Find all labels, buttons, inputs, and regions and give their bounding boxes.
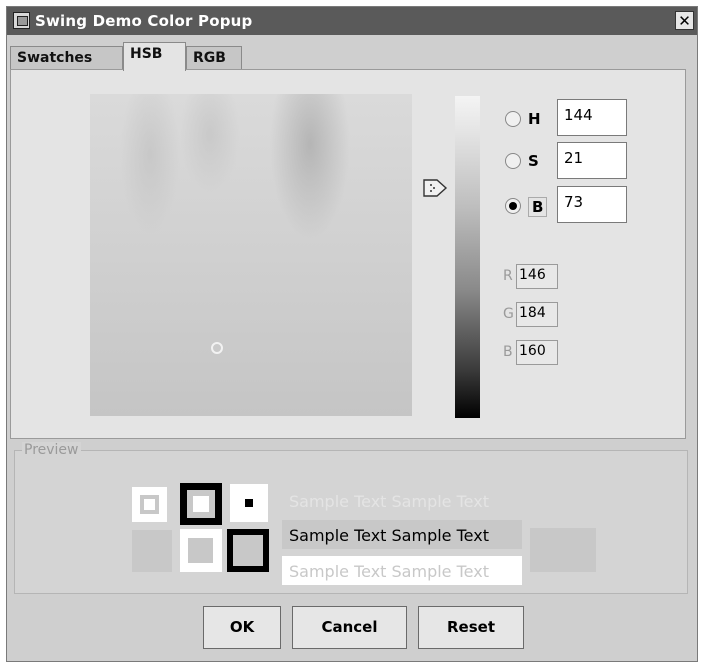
red-label: R — [503, 268, 513, 284]
preview-swatch — [530, 528, 596, 572]
brightness-radio[interactable] — [505, 198, 521, 214]
hue-field[interactable]: 144 — [557, 99, 627, 136]
red-value: 146 — [516, 264, 558, 289]
saturation-hue-field[interactable] — [90, 94, 412, 416]
title-bar[interactable]: Swing Demo Color Popup ✕ — [7, 7, 697, 35]
green-label: G — [503, 306, 514, 322]
hue-radio[interactable] — [505, 111, 521, 127]
preview-swatch — [230, 484, 268, 522]
brightness-label: B — [528, 197, 548, 217]
preview-swatch — [180, 529, 222, 572]
blue-label: B — [503, 344, 513, 360]
saturation-radio[interactable] — [505, 153, 521, 169]
reset-button[interactable]: Reset — [418, 606, 524, 649]
tab-swatches[interactable]: Swatches — [10, 46, 123, 70]
preview-sample-text: Sample Text Sample Text — [289, 492, 489, 511]
java-app-icon — [13, 12, 30, 29]
tab-rgb[interactable]: RGB — [186, 46, 242, 70]
preview-swatch — [180, 483, 222, 525]
brightness-slider-thumb[interactable] — [422, 176, 450, 200]
hue-label: H — [528, 110, 541, 128]
green-value: 184 — [516, 302, 558, 327]
preview-swatch — [132, 487, 167, 522]
cancel-button[interactable]: Cancel — [292, 606, 407, 649]
color-picker-cursor[interactable] — [211, 342, 223, 354]
preview-sample-text: Sample Text Sample Text — [282, 556, 522, 585]
window-title: Swing Demo Color Popup — [35, 12, 253, 30]
blue-value: 160 — [516, 340, 558, 365]
preview-swatch — [227, 529, 269, 572]
brightness-field[interactable]: 73 — [557, 186, 627, 223]
ok-button[interactable]: OK — [203, 606, 281, 649]
preview-sample-text: Sample Text Sample Text — [282, 520, 522, 549]
brightness-slider-track[interactable] — [455, 96, 480, 418]
close-button[interactable]: ✕ — [675, 11, 694, 30]
saturation-label: S — [528, 152, 539, 170]
saturation-field[interactable]: 21 — [557, 142, 627, 179]
preview-title: Preview — [22, 442, 81, 458]
preview-swatch — [132, 530, 172, 572]
tab-hsb[interactable]: HSB — [123, 42, 186, 71]
